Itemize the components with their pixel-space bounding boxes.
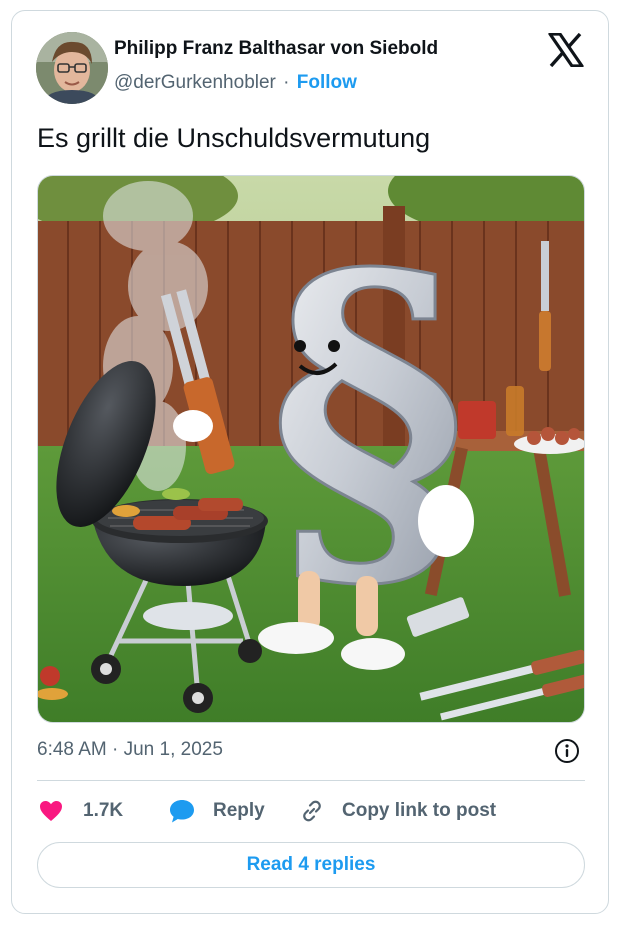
like-count: 1.7K (83, 800, 124, 821)
separator-dot: · (283, 72, 290, 93)
link-icon (303, 800, 321, 822)
copy-link-button[interactable]: Copy link to post (299, 796, 496, 826)
post-timestamp[interactable]: 6:48 AM · Jun 1, 2025 (37, 739, 223, 761)
like-button[interactable]: 1.7K (39, 796, 123, 826)
post-text: Es grillt die Unschuldsvermutung (37, 123, 431, 153)
post-image[interactable]: § (37, 175, 585, 723)
read-replies-button[interactable]: Read 4 replies (37, 842, 585, 888)
heart-icon (40, 801, 62, 821)
info-icon[interactable] (554, 738, 580, 764)
x-logo-icon[interactable] (548, 32, 584, 68)
post-card: Philipp Franz Balthasar von Siebold @der… (11, 10, 609, 914)
author-name[interactable]: Philipp Franz Balthasar von Siebold (114, 38, 438, 60)
author-handle-row: @derGurkenhobler · Follow (114, 72, 357, 94)
section-sign-character: § (269, 191, 468, 638)
read-replies-label: Read 4 replies (246, 854, 376, 875)
copy-link-label: Copy link to post (342, 800, 497, 821)
divider (37, 780, 585, 781)
follow-button[interactable]: Follow (297, 72, 357, 93)
reply-button[interactable]: Reply (168, 796, 265, 826)
author-handle[interactable]: @derGurkenhobler (114, 72, 276, 93)
action-bar: 1.7K Reply Copy link to post (37, 796, 585, 826)
reply-label: Reply (213, 800, 265, 821)
speech-bubble-icon (170, 800, 194, 823)
author-avatar[interactable] (36, 32, 108, 104)
